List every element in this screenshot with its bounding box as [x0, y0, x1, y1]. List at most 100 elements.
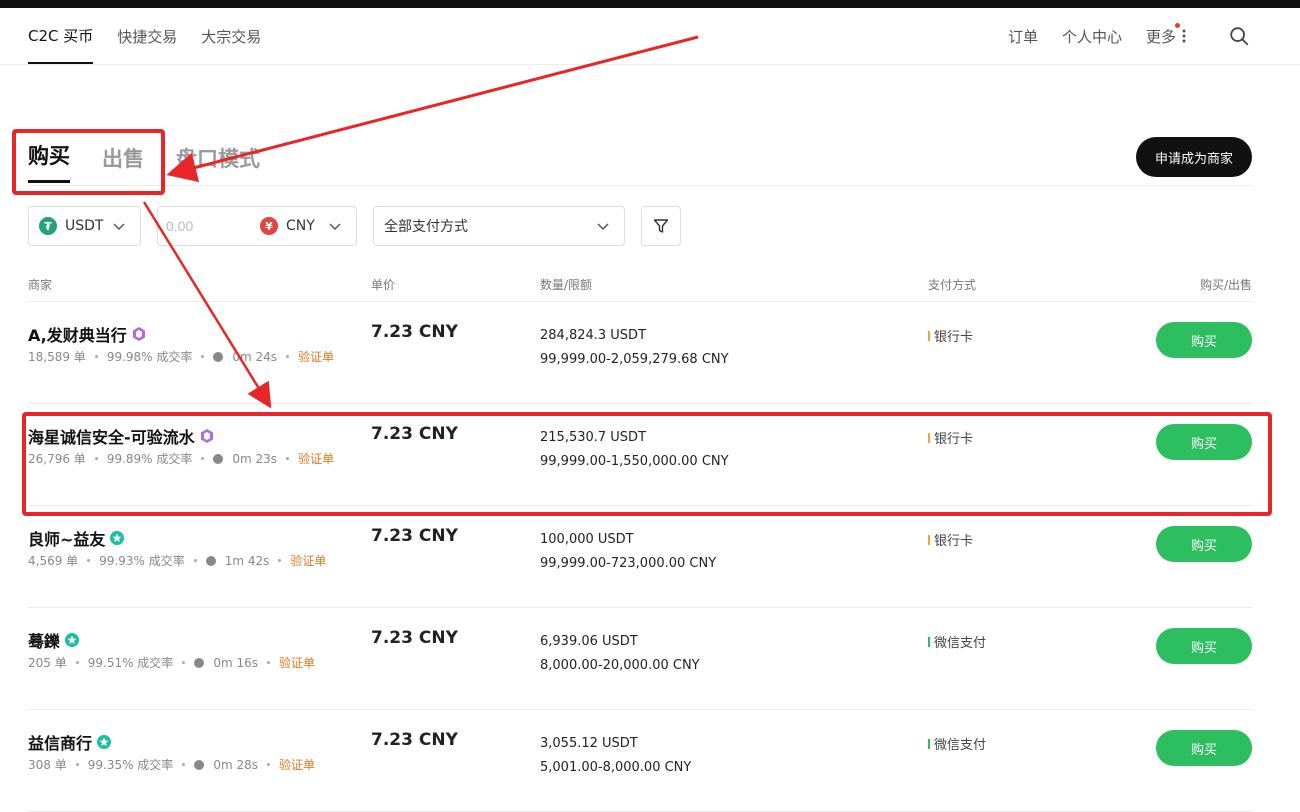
tabs-divider — [28, 185, 1252, 186]
buy-button[interactable]: 购买 — [1156, 628, 1252, 664]
merchant-badge-icon — [132, 327, 145, 341]
payment-color-bar — [928, 738, 930, 749]
annotation-box-row — [22, 412, 1272, 516]
order-limit: 99,999.00-2,059,279.68 CNY — [540, 352, 729, 367]
order-limit: 5,001.00-8,000.00 CNY — [540, 760, 692, 775]
separator-dot — [193, 559, 197, 562]
separator-dot — [201, 355, 205, 358]
filter-button[interactable] — [641, 206, 681, 246]
quantity-limit: 284,824.3 USDT 99,999.00-2,059,279.68 CNY — [540, 324, 729, 372]
separator-dot — [182, 661, 186, 664]
top-dark-strip — [0, 0, 1300, 8]
avg-release-time: 0m 24s — [232, 349, 278, 364]
tether-icon: ₮ — [39, 217, 57, 235]
verified-badge-icon — [97, 735, 112, 749]
merchant-stats: 308 单 99.35% 成交率 0m 28s 验证单 — [28, 756, 315, 773]
payment-method: 银行卡 — [928, 530, 973, 549]
amount-fiat-group: ¥ CNY — [157, 206, 357, 246]
available-quantity: 100,000 USDT — [540, 532, 634, 547]
separator-dot — [266, 763, 270, 766]
verify-order-tag: 验证单 — [278, 758, 315, 772]
merchant-name[interactable]: 良师~益友 — [28, 526, 125, 550]
completion-rate: 99.51% 成交率 — [87, 656, 174, 670]
table-row: 良师~益友 4,569 单 99.93% 成交率 1m 42s 验证单 7.23 CNY 1… — [28, 506, 1252, 608]
notification-dot — [1175, 22, 1180, 28]
separator-dot — [278, 559, 282, 562]
separator-dot — [266, 661, 270, 664]
payment-method-text: 微信支付 — [934, 738, 987, 753]
separator-dot — [182, 763, 186, 766]
header-price: 单价 — [371, 278, 396, 292]
payment-method: 微信支付 — [928, 632, 986, 651]
merchant-name[interactable]: 蓦鑠 — [28, 628, 80, 652]
available-quantity: 284,824.3 USDT — [540, 328, 647, 343]
avg-release-time: 1m 42s — [224, 553, 270, 568]
merchant-stats: 18,589 单 99.98% 成交率 0m 24s 验证单 — [28, 348, 334, 365]
payment-method-select[interactable]: 全部支付方式 — [373, 206, 625, 246]
merchant-name-text: 良师~益友 — [28, 530, 106, 549]
header-quantity-limit: 数量/限额 — [540, 278, 593, 292]
nav-tab-block-trade[interactable]: 大宗交易 — [201, 8, 261, 64]
table-row: 蓦鑠 205 单 99.51% 成交率 0m 16s 验证单 7.23 CNY 6,939.… — [28, 608, 1252, 710]
filter-icon — [653, 219, 669, 233]
table-header: 商家 单价 数量/限额 支付方式 购买/出售 — [28, 276, 1252, 302]
buy-button[interactable]: 购买 — [1156, 322, 1252, 358]
quantity-limit: 100,000 USDT 99,999.00-723,000.00 CNY — [540, 528, 716, 576]
order-count: 4,569 单 — [28, 554, 79, 568]
available-quantity: 3,055.12 USDT — [540, 736, 638, 751]
payment-method-text: 微信支付 — [934, 636, 987, 651]
nav-link-orders[interactable]: 订单 — [1008, 26, 1038, 47]
nav-links: 订单 个人中心 更多 — [1008, 8, 1250, 64]
annotation-box-buy-sell — [12, 129, 165, 195]
payment-method: 微信支付 — [928, 734, 986, 753]
merchant-name-text: 蓦鑠 — [28, 632, 61, 651]
verified-badge-icon — [65, 633, 80, 647]
kebab-icon — [1182, 29, 1186, 43]
table-row: 益信商行 308 单 99.35% 成交率 0m 28s 验证单 7.23 CNY 3,05… — [28, 710, 1252, 812]
coin-select[interactable]: ₮ USDT — [28, 206, 141, 246]
header-action: 购买/出售 — [1199, 278, 1252, 292]
merchant-stats: 205 单 99.51% 成交率 0m 16s 验证单 — [28, 654, 315, 671]
merchant-name[interactable]: 益信商行 — [28, 730, 112, 754]
order-count: 205 单 — [28, 656, 67, 670]
payment-color-bar — [928, 534, 930, 545]
search-icon[interactable] — [1228, 25, 1250, 47]
tab-orderbook-mode[interactable]: 盘口模式 — [176, 143, 260, 183]
unit-price: 7.23 CNY — [371, 628, 458, 648]
verified-badge-icon — [110, 531, 125, 545]
chevron-down-icon — [113, 223, 125, 231]
verify-order-tag: 验证单 — [298, 350, 335, 364]
nav-link-profile[interactable]: 个人中心 — [1062, 26, 1122, 47]
clock-icon — [213, 351, 224, 362]
payment-method-text: 银行卡 — [934, 330, 974, 345]
avg-release-time: 0m 28s — [213, 757, 258, 772]
completion-rate: 99.35% 成交率 — [87, 758, 174, 772]
amount-input[interactable] — [166, 218, 256, 234]
buy-button[interactable]: 购买 — [1156, 526, 1252, 562]
buy-button[interactable]: 购买 — [1156, 730, 1252, 766]
unit-price: 7.23 CNY — [371, 322, 458, 342]
nav-tab-c2c[interactable]: C2C 买币 — [28, 8, 94, 64]
coin-select-value: USDT — [65, 218, 104, 234]
merchant-name-text: 益信商行 — [28, 734, 93, 753]
verify-order-tag: 验证单 — [278, 656, 315, 670]
avg-release-time: 0m 16s — [213, 655, 258, 670]
clock-icon — [194, 759, 205, 770]
unit-price: 7.23 CNY — [371, 526, 458, 546]
chevron-down-icon — [329, 223, 341, 231]
top-navigation: C2C 买币 快捷交易 大宗交易 订单 个人中心 更多 — [0, 8, 1300, 65]
merchant-name[interactable]: A,发财典当行 — [28, 322, 147, 346]
separator-dot — [94, 355, 98, 358]
nav-tab-quick-trade[interactable]: 快捷交易 — [117, 8, 177, 64]
completion-rate: 99.98% 成交率 — [106, 350, 193, 364]
nav-link-more[interactable]: 更多 — [1146, 22, 1188, 47]
unit-price: 7.23 CNY — [371, 730, 458, 750]
quantity-limit: 6,939.06 USDT 8,000.00-20,000.00 CNY — [540, 630, 700, 678]
available-quantity: 6,939.06 USDT — [540, 634, 638, 649]
quantity-limit: 3,055.12 USDT 5,001.00-8,000.00 CNY — [540, 732, 691, 780]
payment-color-bar — [928, 636, 930, 647]
fiat-select[interactable]: ¥ CNY — [260, 217, 315, 235]
order-count: 18,589 单 — [28, 350, 86, 364]
payment-method-text: 银行卡 — [934, 534, 974, 549]
become-merchant-button[interactable]: 申请成为商家 — [1136, 137, 1252, 177]
